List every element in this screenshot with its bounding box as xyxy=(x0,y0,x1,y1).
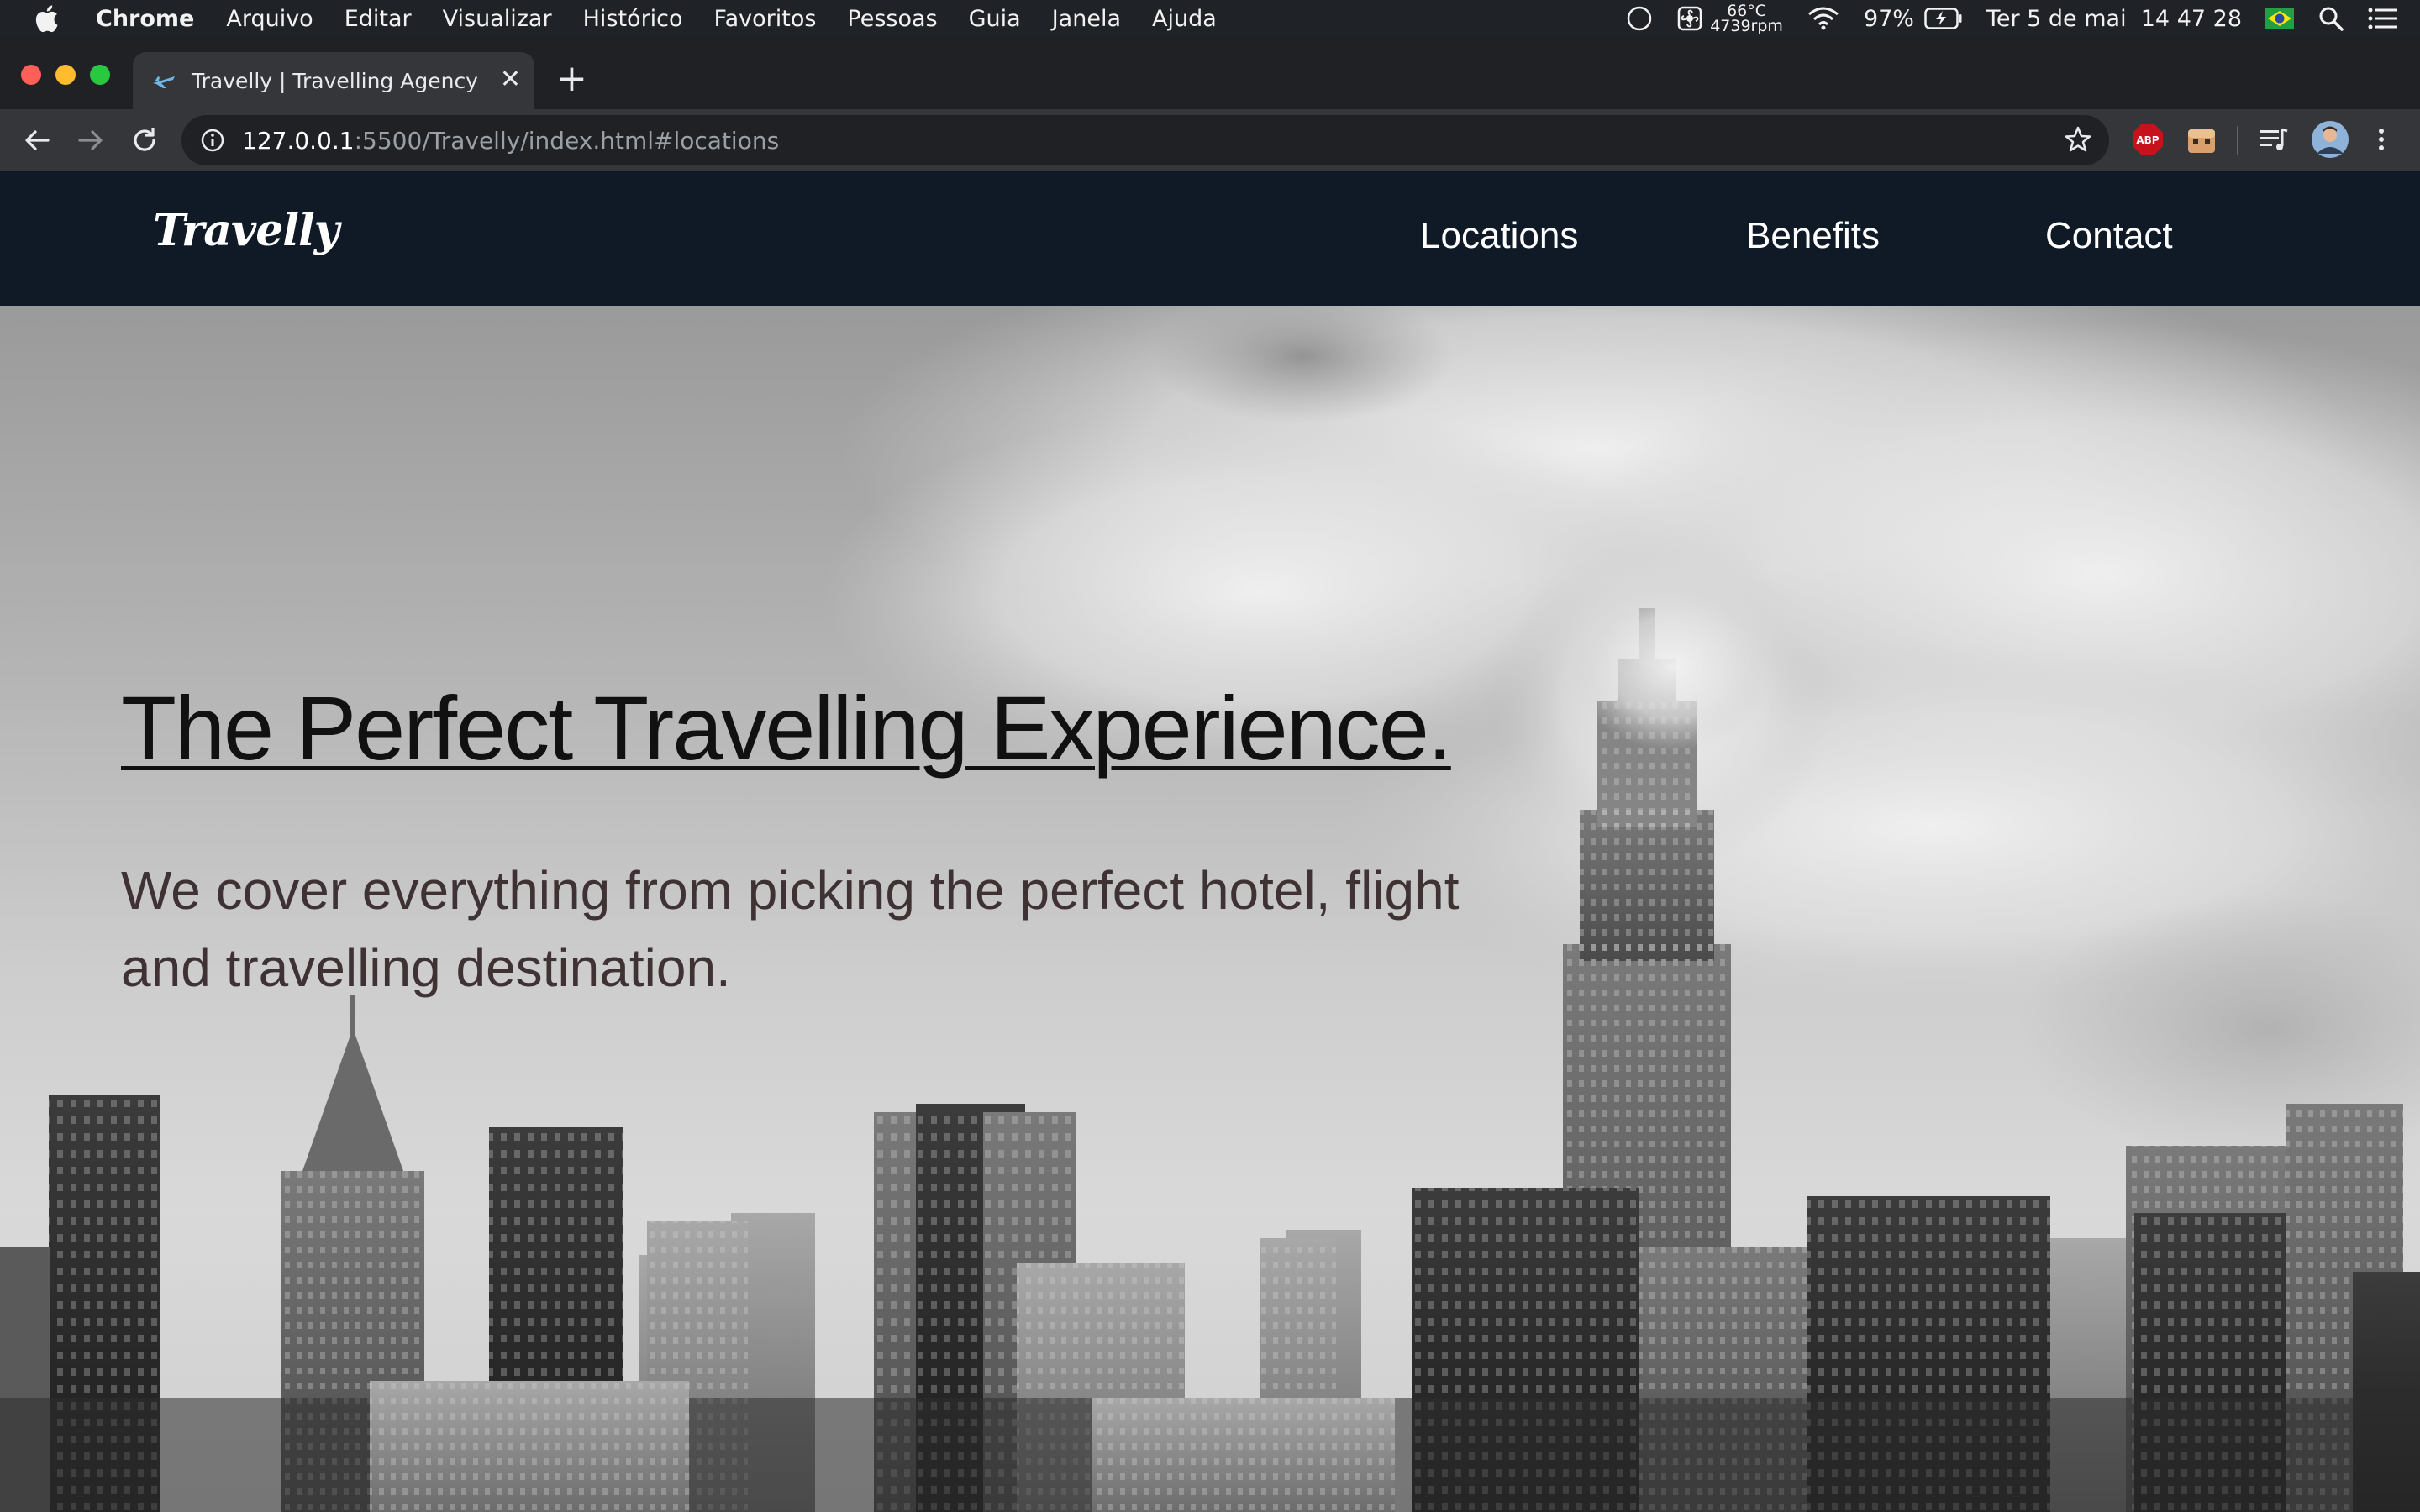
menu-historico[interactable]: Histórico xyxy=(583,6,683,32)
temperature-readout[interactable]: 66°C 4739rpm xyxy=(1710,3,1783,34)
nav-link-benefits[interactable]: Benefits xyxy=(1746,215,1880,257)
fan-speed-value: 4739rpm xyxy=(1710,17,1783,35)
window-minimize-button[interactable] xyxy=(55,65,76,85)
macos-menu-bar: Chrome Arquivo Editar Visualizar Históri… xyxy=(0,0,2420,37)
toolbar-divider xyxy=(2237,126,2238,155)
adblock-label: ABP xyxy=(2136,134,2159,146)
battery-icon xyxy=(1924,8,1962,29)
wifi-icon[interactable] xyxy=(1807,6,1840,31)
menu-favoritos[interactable]: Favoritos xyxy=(714,6,817,32)
adblock-plus-icon[interactable]: ABP xyxy=(2131,123,2165,156)
circle-status-icon[interactable] xyxy=(1626,5,1653,32)
site-navbar: Travelly Locations Benefits Contact xyxy=(0,171,2420,306)
chrome-menu-icon[interactable] xyxy=(2371,123,2391,156)
menu-app-name[interactable]: Chrome xyxy=(96,6,194,32)
menu-visualizar[interactable]: Visualizar xyxy=(443,6,552,32)
address-bar[interactable]: 127.0.0.1:5500/Travelly/index.html#locat… xyxy=(182,115,2109,165)
datetime-clock[interactable]: Ter 5 de mai 14 47 28 xyxy=(1986,6,2242,32)
menu-ajuda[interactable]: Ajuda xyxy=(1152,6,1217,32)
url-path: :5500/Travelly/index.html#locations xyxy=(354,126,780,155)
menu-pessoas[interactable]: Pessoas xyxy=(847,6,937,32)
window-close-button[interactable] xyxy=(21,65,41,85)
fan-icon[interactable] xyxy=(1676,5,1703,32)
bookmark-star-icon[interactable] xyxy=(2064,125,2092,154)
profile-avatar[interactable] xyxy=(2311,120,2349,159)
hero-subtitle: We cover everything from picking the per… xyxy=(121,860,1460,998)
battery-status[interactable]: 97% xyxy=(1864,6,1963,32)
menu-janela[interactable]: Janela xyxy=(1052,6,1121,32)
nav-link-locations[interactable]: Locations xyxy=(1420,215,1578,257)
hero-section: The Perfect Travelling Experience. We co… xyxy=(0,306,2420,1512)
menu-editar[interactable]: Editar xyxy=(345,6,412,32)
tab-title: Travelly | Travelling Agency xyxy=(192,68,478,93)
apple-icon[interactable] xyxy=(34,4,59,33)
menu-guia[interactable]: Guia xyxy=(969,6,1021,32)
spotlight-search-icon[interactable] xyxy=(2317,5,2344,32)
new-tab-button[interactable]: + xyxy=(556,60,587,97)
nav-link-contact[interactable]: Contact xyxy=(2045,215,2173,257)
url-host: 127.0.0.1 xyxy=(242,126,355,155)
info-icon[interactable] xyxy=(200,128,225,153)
tab-close-icon[interactable]: ✕ xyxy=(500,67,521,92)
menu-arquivo[interactable]: Arquivo xyxy=(226,6,313,32)
travelly-logo[interactable]: Travelly xyxy=(153,205,339,256)
webpage-viewport: Travelly Locations Benefits Contact The … xyxy=(0,171,2420,1512)
browser-tab-active[interactable]: Travelly | Travelling Agency ✕ xyxy=(133,52,534,109)
back-arrow-icon[interactable] xyxy=(20,123,54,157)
reload-icon[interactable] xyxy=(128,123,161,157)
window-zoom-button[interactable] xyxy=(90,65,110,85)
browser-tab-strip: Travelly | Travelling Agency ✕ + xyxy=(0,37,2420,109)
hero-title: The Perfect Travelling Experience. xyxy=(121,677,1453,779)
notification-center-icon[interactable] xyxy=(2368,7,2398,30)
airplane-favicon-icon xyxy=(153,76,175,88)
media-queue-icon[interactable] xyxy=(2257,123,2291,156)
honey-extension-icon[interactable] xyxy=(2185,123,2218,156)
status-area: 66°C 4739rpm 97% Ter 5 de mai 14 47 28 xyxy=(1626,0,2420,37)
forward-arrow-icon[interactable] xyxy=(74,123,108,157)
battery-percent: 97% xyxy=(1863,5,1914,32)
brazil-flag-icon[interactable] xyxy=(2265,8,2294,29)
browser-toolbar: 127.0.0.1:5500/Travelly/index.html#locat… xyxy=(0,109,2420,171)
